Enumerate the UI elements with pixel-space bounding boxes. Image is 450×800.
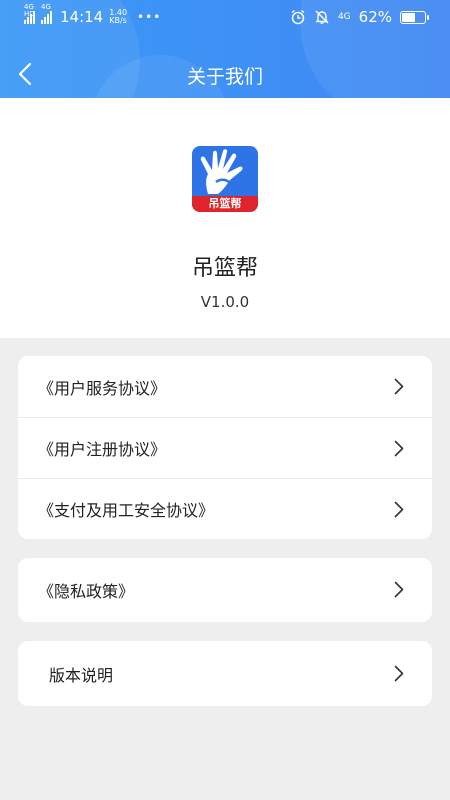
battery-percent: 62% xyxy=(358,8,392,26)
row-label: 《隐私政策》 xyxy=(38,582,135,601)
page-title: 关于我们 xyxy=(186,66,263,88)
network-type: 4G xyxy=(337,12,351,22)
row-label: 《用户服务协议》 xyxy=(38,378,167,398)
user-service-agreement-row[interactable]: 《用户服务协议》 xyxy=(18,356,432,417)
speed-unit: KB/s xyxy=(109,16,127,25)
network-speed: 1.40 KB/s xyxy=(109,9,127,25)
signal-1-icon: 4G HD xyxy=(24,4,35,24)
clock: 14:14 xyxy=(60,8,104,26)
agreements-card: 《用户服务协议》 《用户注册协议》 《支付及用工安全协议》 xyxy=(18,356,432,539)
more-notifications-icon: ••• xyxy=(137,10,162,24)
chevron-right-icon xyxy=(394,378,404,395)
logo-text: 吊篮帮 xyxy=(192,196,258,212)
chevron-right-icon xyxy=(394,501,404,518)
hand-icon xyxy=(200,149,243,194)
signal-2-icon: 4G xyxy=(41,4,52,24)
row-label: 《用户注册协议》 xyxy=(38,440,167,459)
mute-bell-icon xyxy=(315,10,329,24)
user-registration-agreement-row[interactable]: 《用户注册协议》 xyxy=(18,417,432,478)
privacy-policy-row[interactable]: 《隐私政策》 xyxy=(18,558,432,622)
row-label: 版本说明 xyxy=(49,665,114,685)
chevron-right-icon xyxy=(394,581,404,598)
version-notes-row[interactable]: 版本说明 xyxy=(18,641,432,706)
privacy-card: 《隐私政策》 xyxy=(18,558,432,622)
chevron-right-icon xyxy=(394,665,404,682)
signal-2-tag: 4G xyxy=(41,3,51,11)
app-info-panel: 吊篮帮 吊篮帮 V1.0.0 xyxy=(0,98,450,338)
battery-level xyxy=(402,12,415,22)
alarm-icon xyxy=(291,9,305,25)
version-card: 版本说明 xyxy=(18,641,432,706)
signal-1-tag: 4G HD xyxy=(24,3,35,18)
chevron-right-icon xyxy=(394,440,404,457)
header: 4G HD 4G 14:14 1.40 KB/s ••• 4G 62% 关于我们 xyxy=(0,0,450,98)
app-version: V1.0.0 xyxy=(200,293,250,311)
status-bar: 4G HD 4G 14:14 1.40 KB/s ••• 4G 62% xyxy=(0,0,450,36)
nav-bar: 关于我们 xyxy=(0,50,450,98)
row-label: 《支付及用工安全协议》 xyxy=(38,501,215,520)
payment-safety-agreement-row[interactable]: 《支付及用工安全协议》 xyxy=(18,478,432,539)
battery-icon xyxy=(400,10,429,24)
app-logo: 吊篮帮 xyxy=(192,146,258,212)
app-name: 吊篮帮 xyxy=(191,256,258,281)
